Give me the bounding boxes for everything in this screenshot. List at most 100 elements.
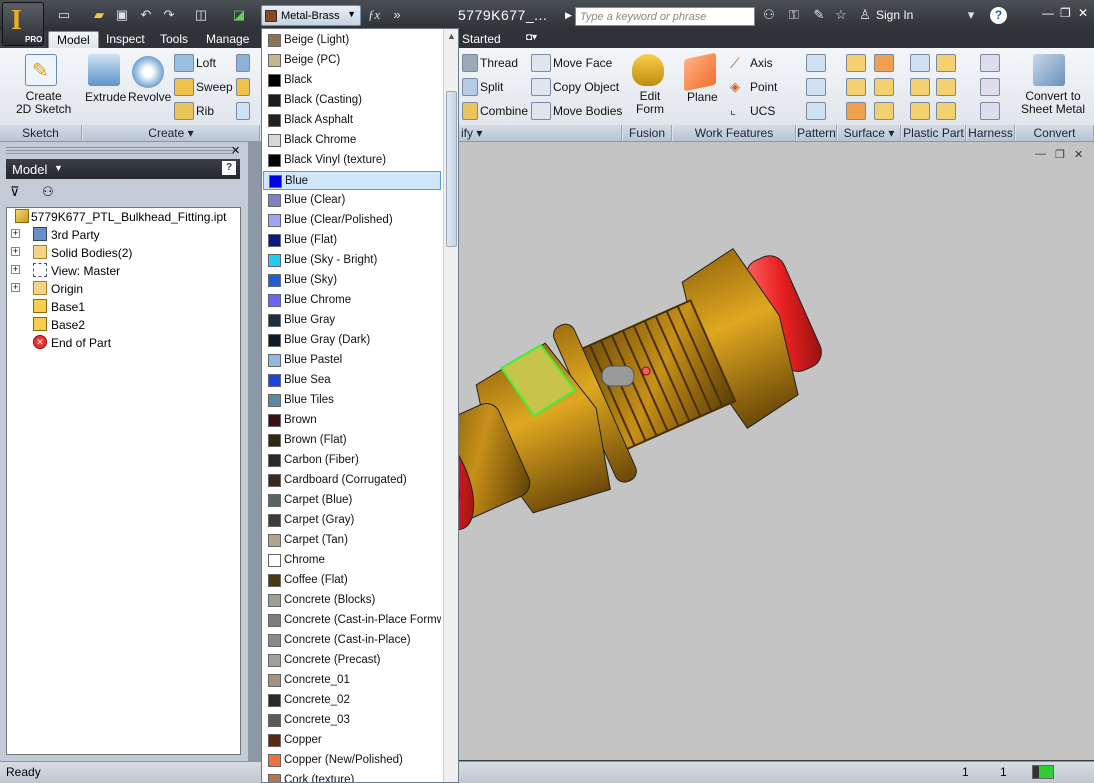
tree-item-3rd-party[interactable]: + 3rd Party: [7, 226, 240, 244]
rest-icon[interactable]: [910, 78, 930, 96]
convert-sheet-metal-icon[interactable]: [1033, 54, 1065, 86]
material-option[interactable]: Blue (Sky): [263, 271, 441, 290]
plane-button[interactable]: Plane: [687, 90, 718, 104]
create-sketch-icon[interactable]: ✎: [25, 54, 57, 86]
combine-icon[interactable]: [462, 102, 478, 120]
sweep-button[interactable]: Sweep: [196, 80, 233, 94]
axis-icon[interactable]: ⟋: [730, 55, 740, 72]
chevron-down-icon[interactable]: ▾: [476, 126, 482, 140]
thread-button[interactable]: Thread: [480, 56, 518, 70]
material-option[interactable]: Copper (New/Polished): [263, 751, 441, 770]
material-option[interactable]: Blue: [263, 171, 441, 190]
loft-icon[interactable]: [174, 54, 194, 72]
sweep-icon[interactable]: [174, 78, 194, 96]
edit-sketch-glyph[interactable]: [601, 365, 635, 387]
expand-icon[interactable]: +: [11, 283, 20, 292]
extrude-button[interactable]: Extrude: [85, 90, 126, 104]
open-icon[interactable]: ▰: [90, 7, 108, 23]
loft-button[interactable]: Loft: [196, 56, 216, 70]
tree-item-root[interactable]: 5779K677_PTL_Bulkhead_Fitting.ipt: [7, 208, 240, 226]
convert-to-sheet-metal-button[interactable]: Convert to Sheet Metal: [1021, 90, 1085, 116]
function-icon[interactable]: ƒx: [365, 7, 383, 23]
material-option[interactable]: Cardboard (Corrugated): [263, 471, 441, 490]
revolve-button[interactable]: Revolve: [128, 90, 171, 104]
copy-object-icon[interactable]: [531, 78, 551, 96]
material-option[interactable]: Concrete_03: [263, 711, 441, 730]
application-menu-button[interactable]: I PRO: [2, 2, 44, 46]
coil-icon[interactable]: [236, 54, 250, 72]
tab-model[interactable]: Model: [48, 31, 99, 48]
splitter[interactable]: [248, 142, 261, 762]
material-option[interactable]: Blue Gray: [263, 311, 441, 330]
rule-fillet-icon[interactable]: [910, 102, 930, 120]
tree-item-end-of-part[interactable]: ✕ End of Part: [7, 334, 240, 352]
tab-tools[interactable]: Tools: [152, 31, 196, 48]
move-face-button[interactable]: Move Face: [553, 56, 612, 70]
chevron-down-icon[interactable]: ▾: [188, 126, 194, 140]
scrollbar-thumb[interactable]: [446, 91, 457, 247]
graphics-viewport[interactable]: — ❐ ✕: [459, 142, 1094, 760]
expand-icon[interactable]: +: [11, 265, 20, 274]
material-option[interactable]: Black Asphalt: [263, 111, 441, 130]
thicken-icon[interactable]: [846, 54, 866, 72]
emboss-icon[interactable]: [236, 78, 250, 96]
material-option[interactable]: Beige (Light): [263, 31, 441, 50]
user-icon[interactable]: ♙: [856, 7, 874, 23]
material-option[interactable]: Concrete_01: [263, 671, 441, 690]
material-option[interactable]: Concrete (Cast-in-Place Formwork): [263, 611, 441, 630]
rib-button[interactable]: Rib: [196, 104, 214, 118]
lip-icon[interactable]: [936, 102, 956, 120]
bulkhead-fitting-model[interactable]: [459, 142, 1094, 760]
close-icon[interactable]: ✕: [1078, 6, 1088, 20]
tree-item-base1[interactable]: Base1: [7, 298, 240, 316]
tab-manage[interactable]: Manage: [198, 31, 257, 48]
material-option[interactable]: Chrome: [263, 551, 441, 570]
trim-icon[interactable]: [874, 78, 894, 96]
derive-icon[interactable]: [236, 102, 250, 120]
scroll-up-icon[interactable]: ▲: [447, 31, 456, 41]
extrude-icon[interactable]: [88, 54, 120, 86]
undo-icon[interactable]: ↶: [137, 7, 155, 23]
material-dropdown[interactable]: Metal-Brass ▼: [261, 5, 361, 26]
material-option[interactable]: Blue (Clear/Polished): [263, 211, 441, 230]
help-icon[interactable]: ?: [990, 7, 1007, 24]
browser-header[interactable]: Model ▼ ?: [6, 159, 240, 179]
material-option[interactable]: Blue Chrome: [263, 291, 441, 310]
material-option[interactable]: Blue (Clear): [263, 191, 441, 210]
material-option[interactable]: Black Vinyl (texture): [263, 151, 441, 170]
material-option[interactable]: Carpet (Blue): [263, 491, 441, 510]
combine-button[interactable]: Combine: [480, 104, 528, 118]
search-input[interactable]: Type a keyword or phrase: [575, 7, 755, 26]
material-option[interactable]: Coffee (Flat): [263, 571, 441, 590]
overflow-icon[interactable]: »: [388, 7, 406, 23]
material-option[interactable]: Brown (Flat): [263, 431, 441, 450]
ucs-button[interactable]: UCS: [750, 104, 775, 118]
material-option[interactable]: Blue Tiles: [263, 391, 441, 410]
save-icon[interactable]: ▣: [113, 7, 131, 23]
help-icon[interactable]: ?: [222, 161, 236, 175]
delete-face-icon[interactable]: [874, 102, 894, 120]
material-option[interactable]: Brown: [263, 411, 441, 430]
material-option[interactable]: Black Chrome: [263, 131, 441, 150]
split-icon[interactable]: [462, 78, 478, 96]
favorites-star-icon[interactable]: ☆: [832, 7, 850, 23]
find-binoculars-icon[interactable]: ⚇: [42, 184, 54, 200]
plane-icon[interactable]: [684, 52, 716, 92]
communication-icon[interactable]: ✎: [810, 7, 828, 23]
material-option[interactable]: Carpet (Gray): [263, 511, 441, 530]
expand-icon[interactable]: +: [11, 247, 20, 256]
move-face-icon[interactable]: [531, 54, 551, 72]
chevron-down-icon[interactable]: ▼: [54, 163, 63, 173]
revolve-icon[interactable]: [132, 56, 164, 88]
split-button[interactable]: Split: [480, 80, 503, 94]
expand-icon[interactable]: +: [11, 229, 20, 238]
stitch-icon[interactable]: [874, 54, 894, 72]
pin-group-icon[interactable]: [980, 102, 1000, 120]
tab-getting-started[interactable]: Started: [454, 31, 509, 48]
grill-icon[interactable]: [910, 54, 930, 72]
material-option[interactable]: Cork (texture): [263, 771, 441, 782]
binoculars-icon[interactable]: ⚇: [760, 7, 778, 23]
material-dropdown-list[interactable]: Beige (Light) Beige (PC) Black Black (Casti…: [261, 28, 459, 783]
tree-item-view-master[interactable]: + View: Master: [7, 262, 240, 280]
snap-fit-icon[interactable]: [936, 78, 956, 96]
